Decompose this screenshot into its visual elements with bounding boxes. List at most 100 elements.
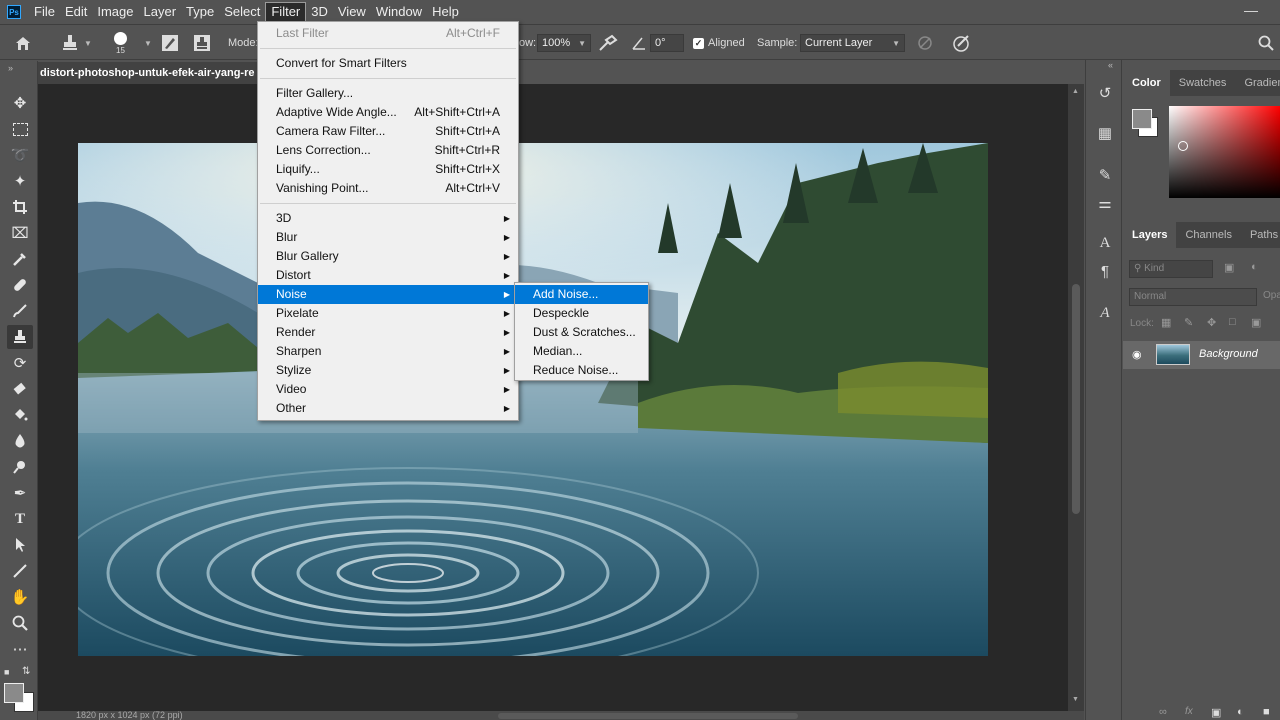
menu-item-blur[interactable]: Blur ▶ xyxy=(258,228,518,247)
paint-bucket-tool-icon[interactable] xyxy=(7,403,33,427)
menu-layer[interactable]: Layer xyxy=(139,2,182,22)
marquee-tool-icon[interactable] xyxy=(7,117,33,141)
default-colors-icon[interactable]: ■ xyxy=(4,667,9,677)
filter-image-icon[interactable]: ▣ xyxy=(1224,261,1234,274)
color-picker-field[interactable] xyxy=(1169,106,1280,198)
glyphs-icon[interactable]: A xyxy=(1094,302,1116,324)
dodge-tool-icon[interactable] xyxy=(7,455,33,479)
menu-item-adaptive-wide-angle[interactable]: Adaptive Wide Angle... Alt+Shift+Ctrl+A xyxy=(258,103,518,122)
tab-gradients[interactable]: Gradients xyxy=(1235,70,1280,96)
panel-foreground-swatch[interactable] xyxy=(1132,109,1152,129)
eraser-tool-icon[interactable] xyxy=(7,377,33,401)
menu-item-other[interactable]: Other ▶ xyxy=(258,399,518,418)
horizontal-scroll-thumb[interactable] xyxy=(498,713,798,719)
vertical-scroll-thumb[interactable] xyxy=(1072,284,1080,514)
new-group-icon[interactable]: ■ xyxy=(1263,706,1270,718)
menu-edit[interactable]: Edit xyxy=(60,2,92,22)
menu-item-pixelate[interactable]: Pixelate ▶ xyxy=(258,304,518,323)
menu-help[interactable]: Help xyxy=(427,2,464,22)
minimize-icon[interactable]: — xyxy=(1244,2,1258,18)
collapse-toolbar-icon[interactable]: » xyxy=(8,63,13,73)
healing-brush-tool-icon[interactable] xyxy=(7,273,33,297)
3d-icon[interactable]: ▦ xyxy=(1094,122,1116,144)
crop-tool-icon[interactable] xyxy=(7,195,33,219)
menu-3d[interactable]: 3D xyxy=(306,2,333,22)
add-mask-icon[interactable]: ▣ xyxy=(1211,706,1221,719)
filter-adjustment-icon[interactable]: ◐ xyxy=(1251,261,1258,273)
swap-colors-icon[interactable]: ⇅ xyxy=(22,666,30,677)
link-layers-icon[interactable]: ∞ xyxy=(1159,706,1167,718)
menu-item-distort[interactable]: Distort ▶ xyxy=(258,266,518,285)
menu-item-stylize[interactable]: Stylize ▶ xyxy=(258,361,518,380)
move-tool-icon[interactable]: ✥ xyxy=(7,91,33,115)
scroll-down-icon[interactable]: ▼ xyxy=(1072,696,1079,703)
sample-select[interactable]: Current Layer ▼ xyxy=(800,34,905,52)
menu-select[interactable]: Select xyxy=(219,2,265,22)
new-adjustment-layer-icon[interactable]: ◐ xyxy=(1237,706,1244,718)
brush-tool-icon[interactable] xyxy=(7,299,33,323)
pressure-icon[interactable] xyxy=(952,25,972,61)
airbrush-icon[interactable] xyxy=(598,25,618,61)
clone-stamp-icon[interactable]: ▼ xyxy=(60,25,92,61)
scroll-up-icon[interactable]: ▲ xyxy=(1072,88,1079,95)
adjustments-icon[interactable]: ⚌ xyxy=(1094,192,1116,214)
menu-view[interactable]: View xyxy=(333,2,371,22)
paragraph-icon[interactable]: ¶ xyxy=(1094,260,1116,282)
lock-transparent-icon[interactable]: ▦ xyxy=(1161,316,1171,329)
tab-paths[interactable]: Paths xyxy=(1241,222,1280,248)
menu-image[interactable]: Image xyxy=(92,2,138,22)
menu-item-camera-raw[interactable]: Camera Raw Filter... Shift+Ctrl+A xyxy=(258,122,518,141)
more-tools-icon[interactable]: ⋯ xyxy=(7,637,33,661)
document-tab[interactable]: distort-photoshop-untuk-efek-air-yang-re xyxy=(38,62,260,84)
brush-settings-panel-icon[interactable]: ✎ xyxy=(1094,164,1116,186)
lock-position-icon[interactable]: ✥ xyxy=(1207,316,1216,329)
clone-source-icon[interactable] xyxy=(193,25,211,61)
quick-selection-tool-icon[interactable]: ✦ xyxy=(7,169,33,193)
history-icon[interactable]: ↺ xyxy=(1094,82,1116,104)
menu-type[interactable]: Type xyxy=(181,2,219,22)
menu-item-despeckle[interactable]: Despeckle xyxy=(515,304,648,323)
menu-item-render[interactable]: Render ▶ xyxy=(258,323,518,342)
eyedropper-tool-icon[interactable] xyxy=(7,247,33,271)
home-icon[interactable] xyxy=(14,25,32,61)
menu-item-lens-correction[interactable]: Lens Correction... Shift+Ctrl+R xyxy=(258,141,518,160)
blur-tool-icon[interactable] xyxy=(7,429,33,453)
line-tool-icon[interactable] xyxy=(7,559,33,583)
path-selection-tool-icon[interactable] xyxy=(7,533,33,557)
foreground-color-swatch[interactable] xyxy=(4,683,24,703)
menu-item-noise[interactable]: Noise ▶ xyxy=(258,285,518,304)
canvas-image[interactable] xyxy=(78,143,988,656)
layer-filter-input[interactable]: ⚲ Kind xyxy=(1129,260,1213,278)
tab-swatches[interactable]: Swatches xyxy=(1170,70,1236,96)
menu-item-3d[interactable]: 3D ▶ xyxy=(258,209,518,228)
ignore-adjustment-icon[interactable] xyxy=(916,25,934,61)
menu-item-blur-gallery[interactable]: Blur Gallery ▶ xyxy=(258,247,518,266)
character-icon[interactable]: A xyxy=(1094,232,1116,254)
layer-style-icon[interactable]: fx xyxy=(1185,706,1193,717)
color-picker-cursor[interactable] xyxy=(1178,141,1188,151)
angle-field[interactable]: 0° xyxy=(650,34,684,52)
collapse-panels-icon[interactable]: « xyxy=(1108,60,1113,70)
blend-mode-select[interactable]: Normal xyxy=(1129,288,1257,306)
brush-preset-dropdown[interactable]: ▼ xyxy=(140,25,152,61)
menu-item-sharpen[interactable]: Sharpen ▶ xyxy=(258,342,518,361)
search-icon[interactable] xyxy=(1258,25,1274,61)
menu-item-video[interactable]: Video ▶ xyxy=(258,380,518,399)
pen-tool-icon[interactable]: ✒ xyxy=(7,481,33,505)
lock-all-icon[interactable]: ▣ xyxy=(1251,316,1261,329)
frame-tool-icon[interactable]: ⌧ xyxy=(7,221,33,245)
menu-item-last-filter[interactable]: Last Filter Alt+Ctrl+F xyxy=(258,24,518,43)
aligned-checkbox[interactable]: ✓ xyxy=(693,37,704,49)
menu-item-filter-gallery[interactable]: Filter Gallery... xyxy=(258,84,518,103)
type-tool-icon[interactable]: T xyxy=(7,507,33,531)
menu-item-convert-smart-filters[interactable]: Convert for Smart Filters xyxy=(258,54,518,73)
history-brush-tool-icon[interactable]: ⟳ xyxy=(7,351,33,375)
lock-image-icon[interactable]: ✎ xyxy=(1184,316,1193,329)
tab-color[interactable]: Color xyxy=(1123,70,1170,96)
menu-window[interactable]: Window xyxy=(371,2,427,22)
menu-item-vanishing-point[interactable]: Vanishing Point... Alt+Ctrl+V xyxy=(258,179,518,198)
menu-item-add-noise[interactable]: Add Noise... xyxy=(515,285,648,304)
layer-row[interactable]: ◉ Background xyxy=(1123,341,1280,369)
menu-filter[interactable]: Filter xyxy=(265,2,307,22)
menu-item-reduce-noise[interactable]: Reduce Noise... xyxy=(515,361,648,380)
